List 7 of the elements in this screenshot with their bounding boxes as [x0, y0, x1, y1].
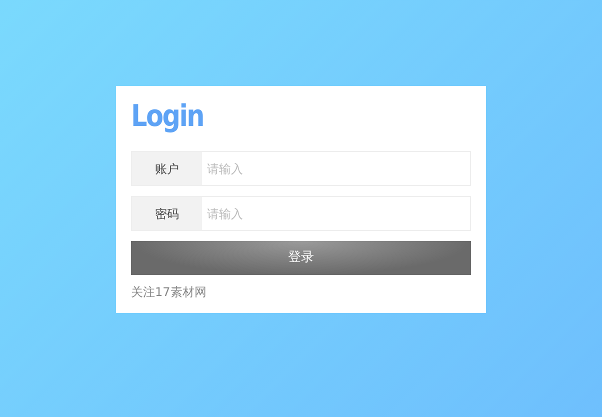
field-label: 密码 — [132, 197, 202, 230]
login-title: Login — [131, 98, 204, 136]
account-field[interactable]: 账户 请输入 — [131, 151, 471, 186]
login-button[interactable]: 登录 — [131, 241, 471, 275]
password-field[interactable]: 密码 请输入 — [131, 196, 471, 231]
footer-text: 关注17素材网 — [131, 284, 206, 301]
field-label: 账户 — [132, 152, 202, 185]
